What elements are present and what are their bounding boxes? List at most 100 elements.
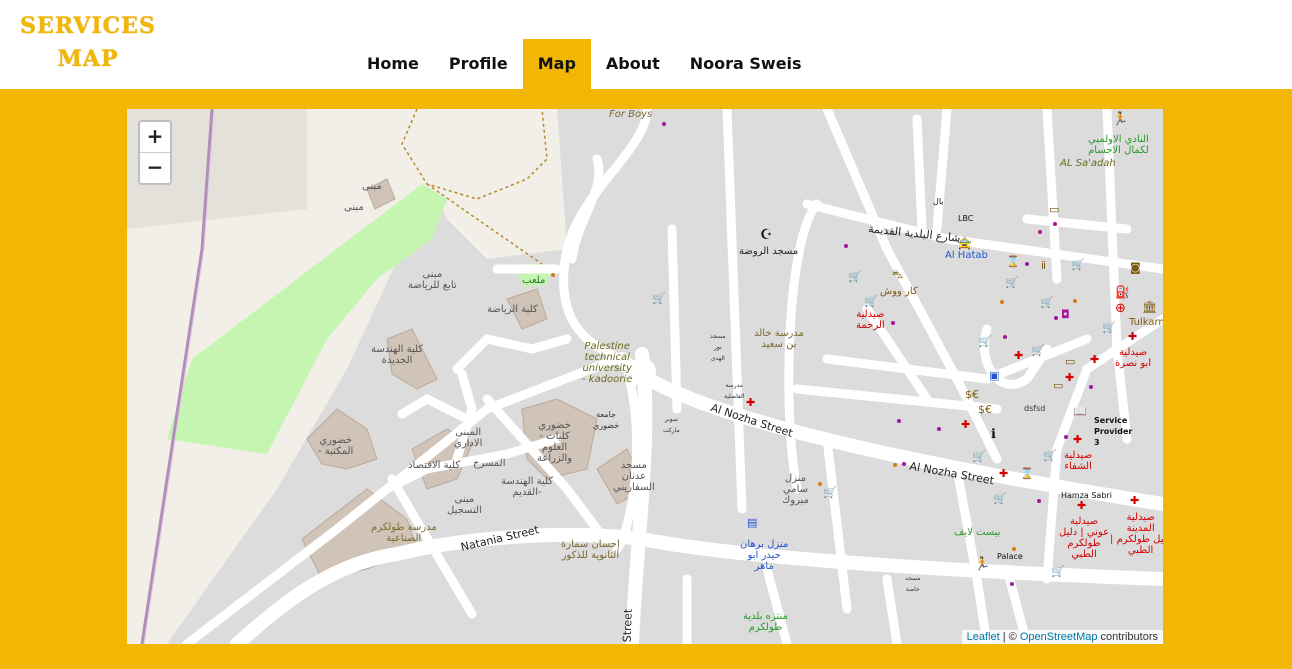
shop-cart-icon[interactable]: 🛒: [848, 271, 862, 283]
pharmacy-icon[interactable]: ✚: [961, 419, 970, 431]
hospital-icon[interactable]: ⊕: [1115, 302, 1126, 315]
people-icon[interactable]: ⅱ: [1041, 260, 1046, 272]
bank-icon[interactable]: 🏛: [1142, 301, 1157, 313]
poi-dot-orange[interactable]: [893, 463, 897, 467]
nav-user[interactable]: Noora Sweis: [675, 39, 817, 89]
poi-dot[interactable]: [844, 244, 848, 248]
label-sports-college: كلية الرياضة: [487, 304, 538, 315]
poi-dot[interactable]: [1010, 582, 1014, 586]
cinema-icon-3[interactable]: ▭: [1053, 380, 1063, 392]
taxi-icon[interactable]: 🚖: [957, 237, 972, 249]
poi-dot[interactable]: [1053, 222, 1057, 226]
nav-profile[interactable]: Profile: [434, 39, 523, 89]
poi-dot[interactable]: [1038, 230, 1042, 234]
poi-dot[interactable]: [902, 462, 906, 466]
pharmacy-icon[interactable]: ✚: [1014, 350, 1023, 362]
label-dsfsd: dsfsd: [1024, 404, 1046, 413]
binoculars-icon[interactable]: ◙: [1130, 262, 1141, 274]
label-for-boys: For Boys: [609, 109, 653, 120]
nav-map[interactable]: Map: [522, 39, 591, 89]
shop-cart-icon[interactable]: 🛒: [864, 296, 878, 308]
pharmacy-icon[interactable]: ✚: [1130, 495, 1139, 507]
hourglass-icon[interactable]: ⌛: [1006, 256, 1020, 268]
cinema-icon-2[interactable]: ▭: [1065, 356, 1075, 368]
pharmacy-icon[interactable]: ✚: [1077, 500, 1086, 512]
poi-dot-orange[interactable]: [551, 273, 555, 277]
pharmacy-icon[interactable]: ✚: [999, 468, 1008, 480]
label-hamza-sabri: Hamza Sabri: [1061, 491, 1112, 500]
shop-cart-icon[interactable]: 🛒: [652, 293, 666, 305]
sports-icon[interactable]: 🏃: [1112, 113, 1128, 126]
poi-dot-orange[interactable]: [1000, 300, 1004, 304]
label-theatre: المسرح: [473, 458, 506, 469]
attribution-separator: | ©: [999, 631, 1020, 643]
shop-cart-icon[interactable]: 🛒: [1102, 322, 1116, 334]
zoom-out-button[interactable]: −: [140, 153, 170, 183]
shop-cart-icon[interactable]: 🛒: [978, 336, 992, 348]
pharmacy-icon[interactable]: ✚: [1128, 331, 1137, 343]
label-palace: Palace: [997, 552, 1023, 561]
label-madina-pharmacy: صيدلية المدينة | دليل طولكرم الطبي: [1110, 512, 1163, 556]
shop-cart-icon[interactable]: 🛒: [823, 487, 837, 499]
label-super-market: سوبر ماركت: [663, 416, 680, 434]
money-icon[interactable]: $€: [965, 389, 979, 401]
pharmacy-icon[interactable]: ✚: [1065, 372, 1074, 384]
fitness-icon[interactable]: 🏃: [974, 558, 990, 571]
mosque-icon[interactable]: ☪: [760, 228, 773, 242]
nav-about[interactable]: About: [591, 39, 675, 89]
shop-cart-icon[interactable]: 🛒: [1031, 345, 1045, 357]
poi-dot[interactable]: [1054, 316, 1058, 320]
poi-dot-orange[interactable]: [1073, 299, 1077, 303]
poi-dot[interactable]: [891, 321, 895, 325]
poi-dot[interactable]: [1089, 385, 1093, 389]
shop-cart-icon[interactable]: 🛒: [1071, 259, 1085, 271]
poi-dot[interactable]: [662, 122, 666, 126]
poi-dot-orange[interactable]: [1012, 547, 1016, 551]
car-wash-icon[interactable]: ⛍: [892, 269, 903, 281]
shop-cart-icon[interactable]: 🛒: [1051, 566, 1065, 578]
poi-dot[interactable]: [1003, 335, 1007, 339]
money-icon-2[interactable]: $€: [978, 404, 992, 416]
poi-dot[interactable]: [897, 419, 901, 423]
bus-stop-icon[interactable]: ▣: [989, 370, 999, 382]
cinema-icon[interactable]: ▭: [1049, 204, 1059, 216]
pharmacy-icon[interactable]: ✚: [746, 397, 755, 409]
label-masjid-small: مسجد خاصة: [905, 575, 921, 593]
poi-dot-orange[interactable]: [818, 482, 822, 486]
shop-cart-icon[interactable]: 🛒: [1040, 297, 1054, 309]
shop-cart-icon[interactable]: 🛒: [1005, 277, 1019, 289]
shop-cart-icon[interactable]: 🛒: [993, 493, 1007, 505]
hourglass-icon-2[interactable]: ⌛: [1020, 468, 1034, 480]
poi-dot[interactable]: [1037, 499, 1041, 503]
poi-dot[interactable]: [937, 427, 941, 431]
nav-home[interactable]: Home: [352, 39, 434, 89]
osm-link[interactable]: OpenStreetMap: [1020, 631, 1098, 643]
main-nav: Home Profile Map About Noora Sweis: [352, 39, 817, 89]
label-olympic-club: النادي الاولمبي لكمال الاجسام: [1088, 134, 1149, 156]
pharmacy-icon[interactable]: ✚: [1073, 434, 1082, 446]
fuel-icon[interactable]: ⛽: [1115, 286, 1130, 298]
info-icon[interactable]: ℹ: [991, 428, 996, 441]
label-shifa: صيدلية الشفاء: [1064, 450, 1093, 472]
site-header: SERVICES MAP Home Profile Map About Noor…: [0, 0, 1292, 89]
map-tiles: [127, 109, 1163, 644]
site-logo[interactable]: SERVICES MAP: [18, 10, 158, 76]
leaflet-link[interactable]: Leaflet: [967, 631, 1000, 643]
poi-dot[interactable]: [1025, 262, 1029, 266]
label-adnan-mosque: مسجد عدنان السفاريني: [613, 460, 655, 493]
shop-cart-icon[interactable]: 🛒: [1043, 450, 1057, 462]
pharmacy-icon[interactable]: ✚: [1090, 354, 1099, 366]
map-view[interactable]: + − Al Nozha Street Al Nozha Street Nata…: [127, 109, 1163, 644]
attribution-suffix: contributors: [1097, 631, 1158, 643]
bag-icon[interactable]: ◘: [1061, 309, 1070, 321]
zoom-in-button[interactable]: +: [140, 122, 170, 153]
label-mabna-2: مبنى: [344, 202, 364, 213]
library-icon[interactable]: 📖: [1073, 406, 1087, 418]
label-khaled-school: مدرسة خالد بن سعيد: [754, 328, 804, 350]
label-abu-nasra: صيدلية ابو نصرة: [1115, 347, 1152, 369]
building-icon[interactable]: ▤: [747, 517, 757, 529]
label-ihsan-samara: إحسان سمارة الثانوية للذكور: [561, 539, 620, 561]
label-burhan-house: منزل برهان حيدر ابو ماهر: [740, 539, 789, 572]
poi-dot[interactable]: [1064, 435, 1068, 439]
shop-cart-icon[interactable]: 🛒: [972, 451, 986, 463]
